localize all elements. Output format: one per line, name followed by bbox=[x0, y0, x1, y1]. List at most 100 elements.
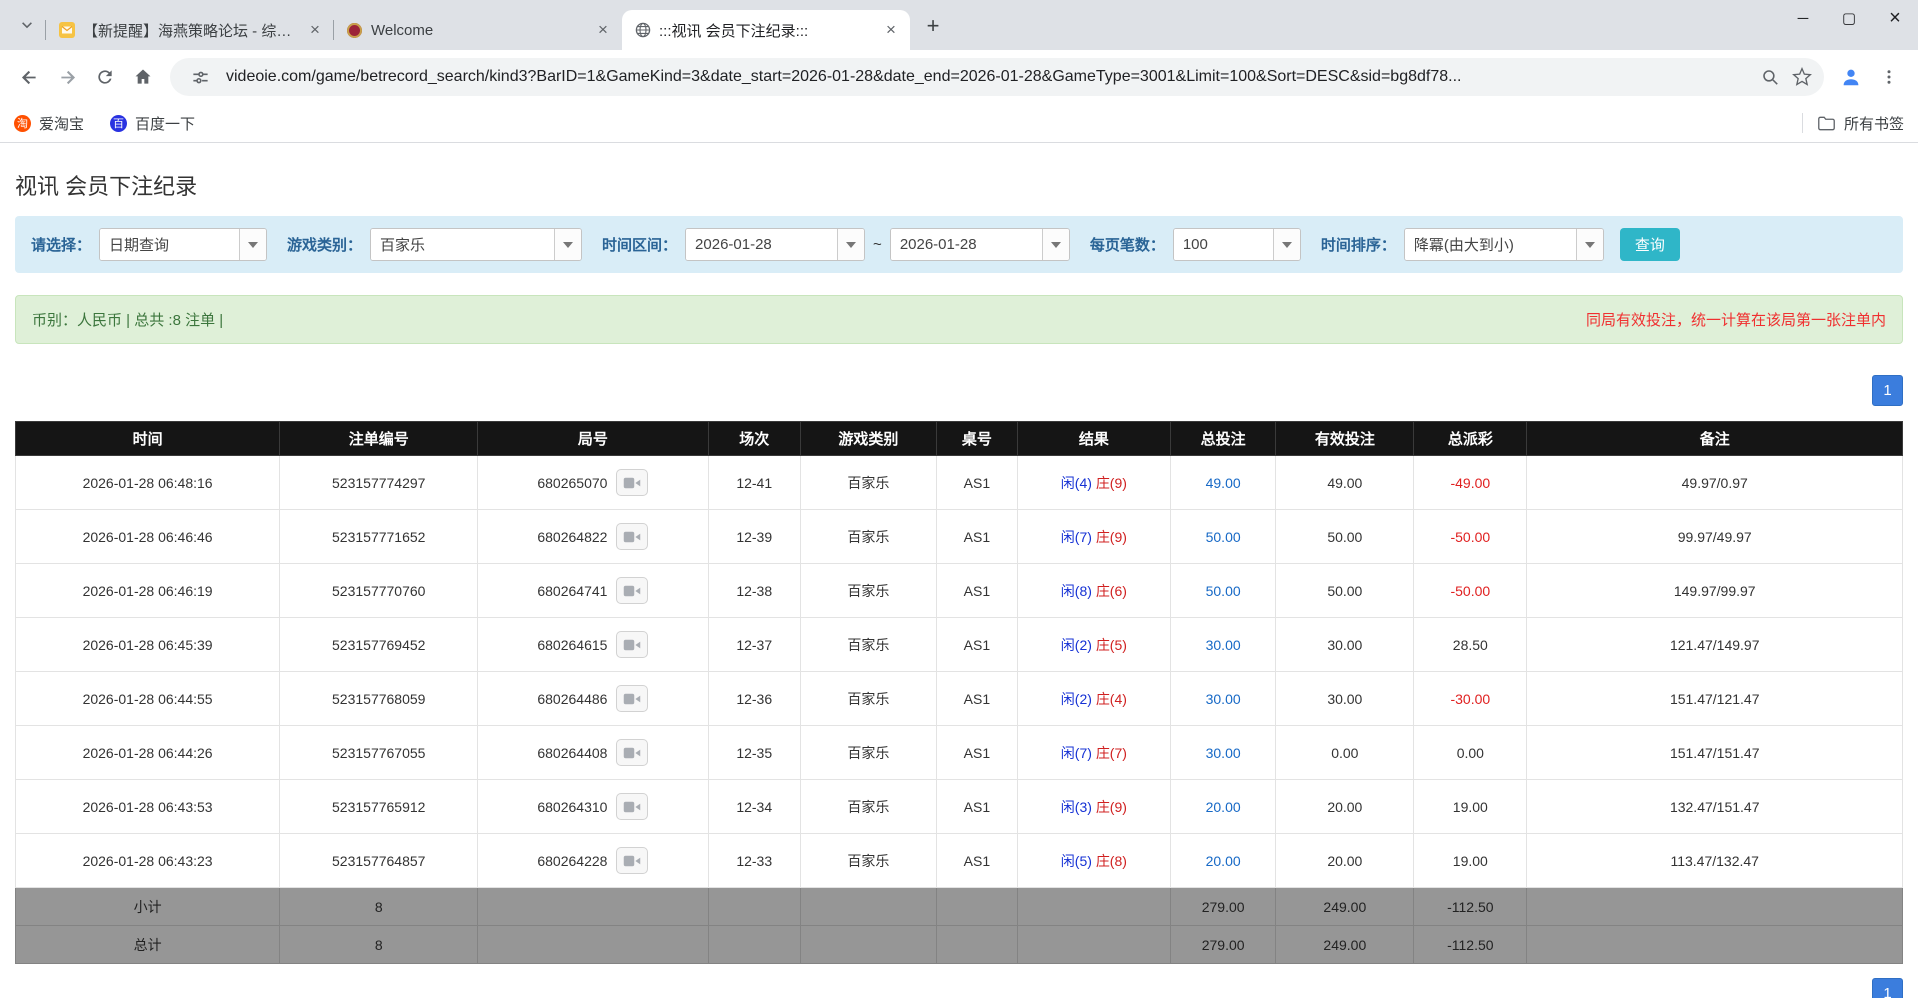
table-row: 2026-01-28 06:43:53 523157765912 680264310… bbox=[14, 779, 1903, 834]
total-bet-link[interactable]: 20.00 bbox=[1206, 799, 1241, 815]
empty-cell bbox=[935, 925, 1018, 964]
replay-video-button[interactable] bbox=[616, 523, 649, 550]
total-bet-link[interactable]: 50.00 bbox=[1206, 583, 1241, 599]
date-start-dropdown-button[interactable] bbox=[837, 229, 865, 260]
per-page-select[interactable] bbox=[1172, 228, 1301, 261]
replay-video-button[interactable] bbox=[616, 847, 649, 874]
result-player: 闲(3) bbox=[1060, 798, 1092, 815]
cell-payout: -50.00 bbox=[1413, 509, 1528, 564]
cell-session: 12-35 bbox=[707, 725, 801, 780]
result-banker: 庄(7) bbox=[1095, 744, 1127, 761]
bookmark-taobao[interactable]: 淘 爱淘宝 bbox=[14, 113, 84, 134]
back-button[interactable] bbox=[10, 58, 48, 96]
bookmark-star-icon[interactable] bbox=[1786, 61, 1818, 93]
cell-round: 680264822 bbox=[477, 509, 709, 564]
tab-close-icon[interactable]: × bbox=[882, 21, 900, 39]
cell-valid-bet: 49.00 bbox=[1275, 455, 1415, 510]
tab-close-icon[interactable]: × bbox=[306, 21, 324, 39]
cell-table: AS1 bbox=[935, 617, 1018, 672]
date-end-picker[interactable] bbox=[889, 228, 1070, 261]
total-bet-link[interactable]: 49.00 bbox=[1206, 475, 1241, 491]
caret-down-icon bbox=[1584, 241, 1595, 248]
sort-order-select[interactable] bbox=[1403, 228, 1604, 261]
caret-down-icon bbox=[1050, 241, 1061, 248]
cell-time: 2026-01-28 06:48:16 bbox=[14, 455, 281, 510]
date-start-picker[interactable] bbox=[685, 228, 866, 261]
window-controls: ─ ▢ × bbox=[1780, 0, 1918, 36]
game-category-label: 游戏类别： bbox=[287, 237, 363, 254]
home-button[interactable] bbox=[124, 58, 162, 96]
query-type-dropdown-button[interactable] bbox=[239, 229, 267, 260]
cell-note: 121.47/149.97 bbox=[1526, 617, 1903, 672]
minimize-button[interactable]: ─ bbox=[1780, 0, 1826, 36]
date-end-dropdown-button[interactable] bbox=[1041, 229, 1069, 260]
currency-summary-text: 币别：人民币 | 总共 :8 注单 | bbox=[32, 312, 224, 329]
profile-icon[interactable] bbox=[1832, 58, 1870, 96]
total-bet-link[interactable]: 30.00 bbox=[1206, 637, 1241, 653]
bookmark-baidu[interactable]: 百 百度一下 bbox=[110, 113, 195, 134]
cell-valid-bet: 20.00 bbox=[1275, 779, 1415, 834]
tab-search-button[interactable] bbox=[12, 10, 42, 40]
folder-icon bbox=[1817, 115, 1836, 132]
new-tab-button[interactable]: + bbox=[918, 11, 948, 41]
forward-button[interactable] bbox=[48, 58, 86, 96]
cell-payout: 28.50 bbox=[1413, 617, 1528, 672]
cell-bet-id: 523157774297 bbox=[279, 455, 479, 510]
address-bar[interactable]: videoie.com/game/betrecord_search/kind3?… bbox=[170, 58, 1824, 96]
game-category-select[interactable] bbox=[370, 228, 583, 261]
per-page-label: 每页笔数： bbox=[1089, 237, 1165, 254]
tab-bet-records[interactable]: :::视讯 会员下注纪录::: × bbox=[622, 10, 910, 50]
taobao-icon: 淘 bbox=[14, 114, 31, 132]
all-bookmarks-button[interactable]: 所有书签 bbox=[1817, 113, 1904, 134]
result-banker: 庄(9) bbox=[1095, 528, 1127, 545]
replay-video-button[interactable] bbox=[616, 685, 649, 712]
video-camera-icon bbox=[623, 800, 641, 814]
per-page-dropdown-button[interactable] bbox=[1272, 229, 1300, 260]
bookmarks-bar: 淘 爱淘宝 百 百度一下 所有书签 bbox=[0, 104, 1918, 143]
replay-video-button[interactable] bbox=[616, 739, 649, 766]
result-banker: 庄(6) bbox=[1095, 582, 1127, 599]
site-settings-icon[interactable] bbox=[184, 61, 216, 93]
cell-payout: -50.00 bbox=[1413, 563, 1528, 618]
table-row: 2026-01-28 06:46:46 523157771652 680264822… bbox=[14, 509, 1903, 564]
cell-session: 12-38 bbox=[707, 563, 801, 618]
per-page-value[interactable] bbox=[1173, 229, 1273, 260]
cell-table: AS1 bbox=[935, 725, 1018, 780]
replay-video-button[interactable] bbox=[616, 793, 649, 820]
page-1-button[interactable]: 1 bbox=[1872, 978, 1903, 998]
sort-order-dropdown-button[interactable] bbox=[1575, 229, 1603, 260]
game-category-dropdown-button[interactable] bbox=[554, 229, 582, 260]
tab-forum[interactable]: 【新提醒】海燕策略论坛 - 综合... × bbox=[45, 10, 334, 50]
close-button[interactable]: × bbox=[1872, 0, 1918, 36]
cell-valid-bet: 20.00 bbox=[1275, 833, 1415, 888]
tab-welcome[interactable]: Welcome × bbox=[333, 10, 622, 50]
cell-bet-id: 523157771652 bbox=[279, 509, 479, 564]
replay-video-button[interactable] bbox=[616, 631, 649, 658]
menu-dots-icon[interactable] bbox=[1870, 58, 1908, 96]
total-bet-link[interactable]: 50.00 bbox=[1206, 529, 1241, 545]
cell-game: 百家乐 bbox=[799, 779, 937, 834]
cell-round: 680264310 bbox=[477, 779, 709, 834]
zoom-icon[interactable] bbox=[1754, 61, 1786, 93]
replay-video-button[interactable] bbox=[616, 577, 649, 604]
url-text[interactable]: videoie.com/game/betrecord_search/kind3?… bbox=[226, 68, 1754, 86]
search-button[interactable]: 查询 bbox=[1619, 228, 1680, 261]
game-category-value[interactable] bbox=[371, 229, 555, 260]
date-end-input[interactable] bbox=[890, 229, 1042, 260]
total-bet-link[interactable]: 30.00 bbox=[1206, 745, 1241, 761]
total-bet-link[interactable]: 30.00 bbox=[1206, 691, 1241, 707]
tab-close-icon[interactable]: × bbox=[594, 21, 612, 39]
date-start-input[interactable] bbox=[686, 229, 838, 260]
total-total-bet: 279.00 bbox=[1169, 925, 1277, 964]
total-bet-link[interactable]: 20.00 bbox=[1206, 853, 1241, 869]
maximize-button[interactable]: ▢ bbox=[1826, 0, 1872, 36]
page-content: 视讯 会员下注纪录 请选择： 游戏类别： 时间区间： ~ 每页笔数： 时间排序： bbox=[0, 169, 1918, 998]
query-type-value[interactable] bbox=[100, 229, 240, 260]
date-range-label: 时间区间： bbox=[602, 237, 678, 254]
empty-cell bbox=[799, 925, 937, 964]
query-type-select[interactable] bbox=[99, 228, 268, 261]
refresh-button[interactable] bbox=[86, 58, 124, 96]
replay-video-button[interactable] bbox=[616, 469, 649, 496]
sort-order-value[interactable] bbox=[1404, 229, 1576, 260]
page-1-button[interactable]: 1 bbox=[1872, 375, 1903, 406]
